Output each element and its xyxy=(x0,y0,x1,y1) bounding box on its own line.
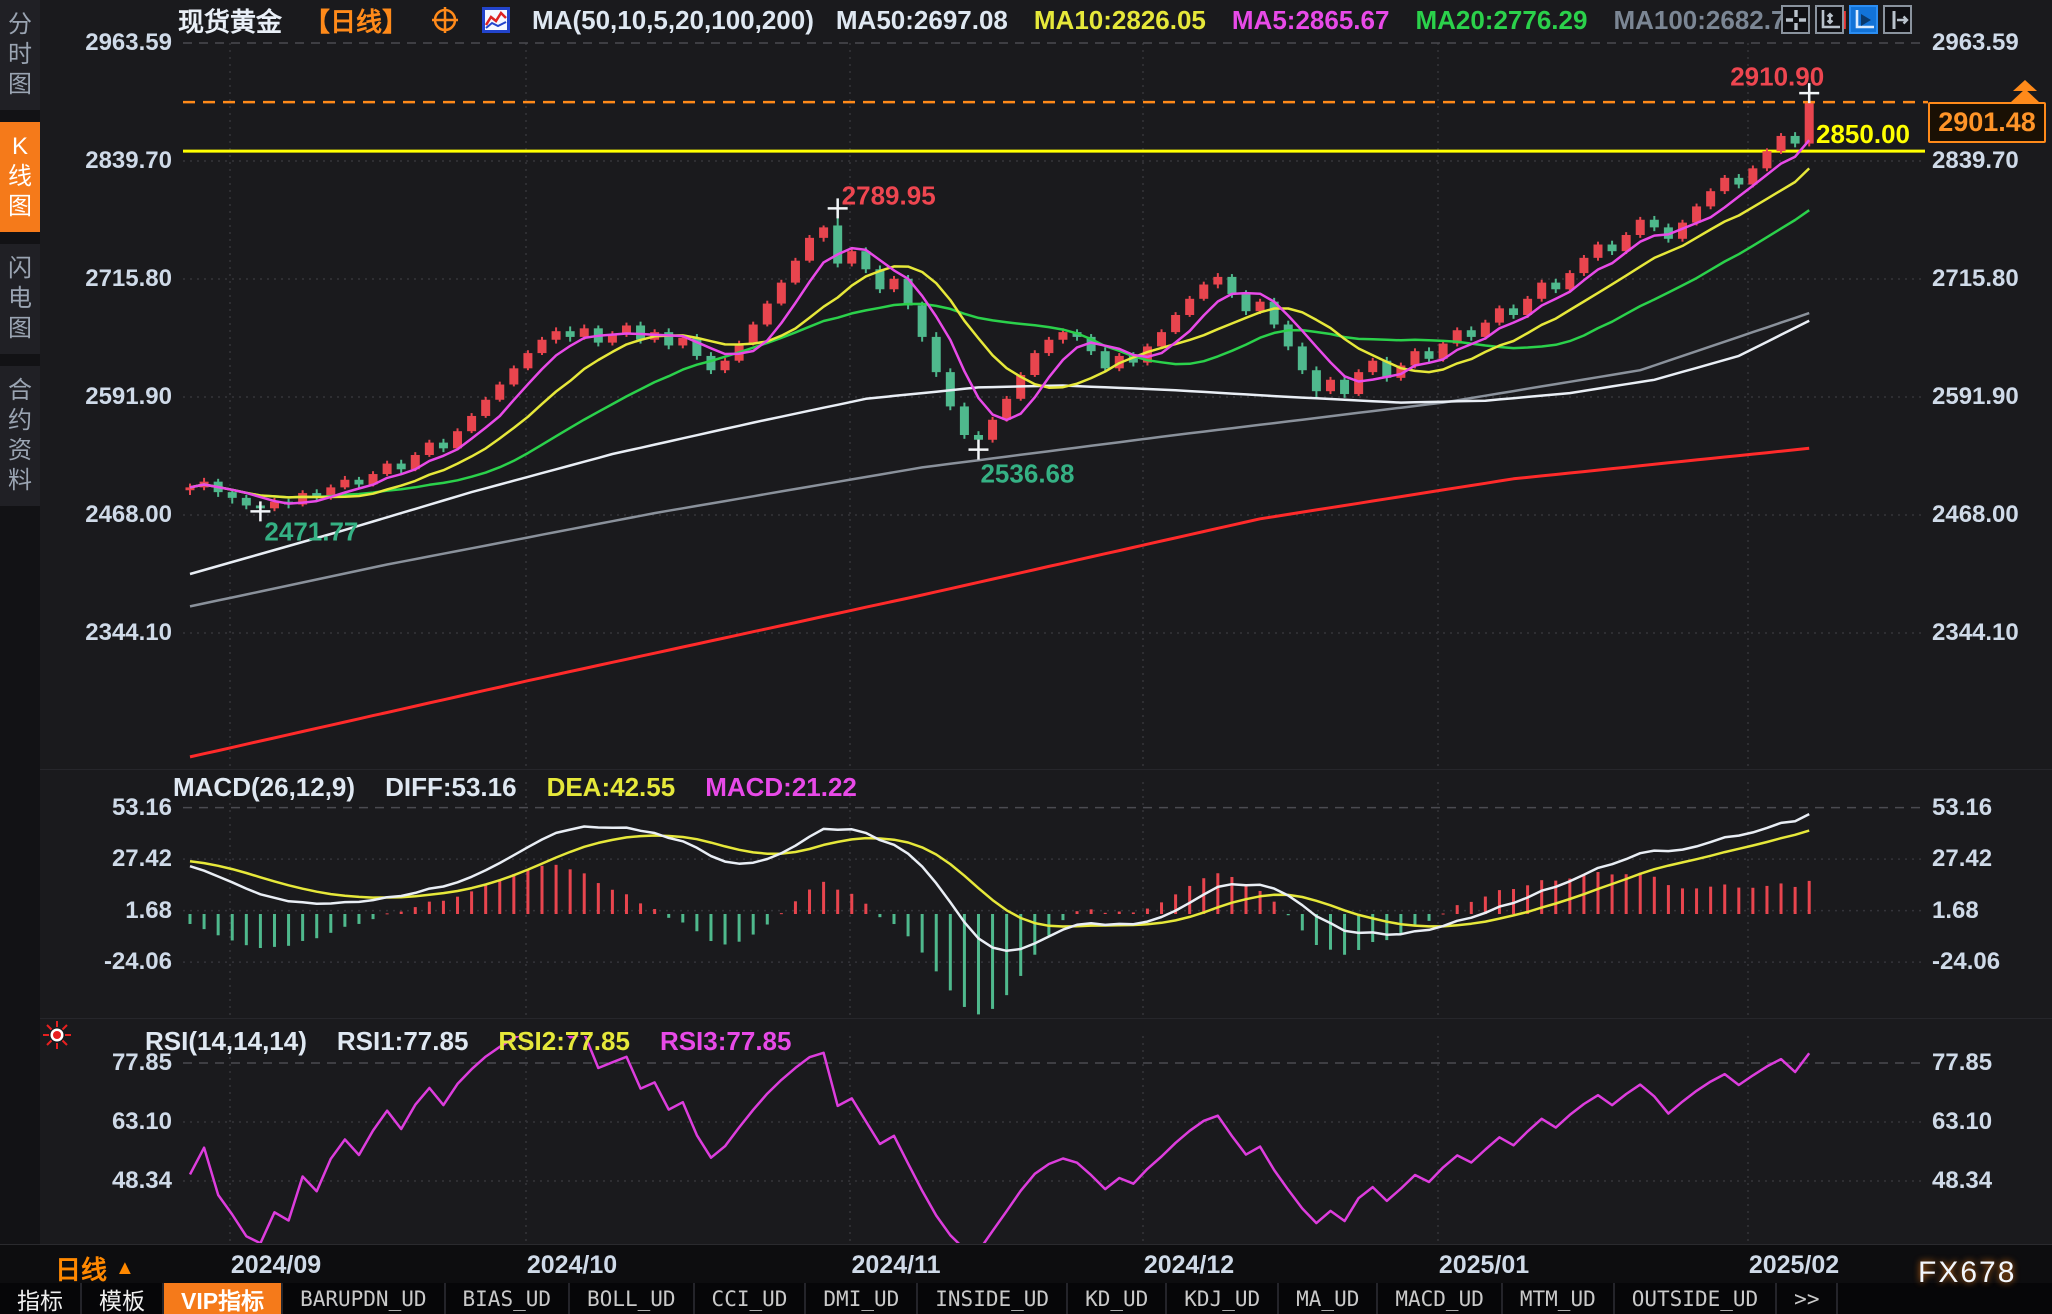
macd-axis-label: 1.68 xyxy=(40,897,172,925)
indicator-tabbar: 指标模板VIP指标BARUPDN_UDBIAS_UDBOLL_UDCCI_UDD… xyxy=(0,1283,2052,1314)
indicator-tab-dmi-ud[interactable]: DMI_UD xyxy=(806,1283,918,1314)
ma-value-label: MA5:2865.67 xyxy=(1232,5,1390,36)
price-axis-label: 2963.59 xyxy=(40,29,172,57)
price-axis-label: 2468.00 xyxy=(1932,501,2019,529)
indicator-tab-inside-ud[interactable]: INSIDE_UD xyxy=(918,1283,1068,1314)
macd-axis-label: -24.06 xyxy=(1932,948,2000,976)
sidebar-item-time-chart[interactable]: 分 时 图 xyxy=(0,0,40,110)
rsi-header-item: RSI3:77.85 xyxy=(660,1026,792,1057)
indicator-tab-cci-ud[interactable]: CCI_UD xyxy=(695,1283,807,1314)
macd-header-item: MACD(26,12,9) xyxy=(173,772,355,803)
time-axis-label: 2025/02 xyxy=(1749,1251,1839,1280)
rsi-axis-label: 77.85 xyxy=(1932,1049,1992,1077)
chart-toolbar xyxy=(1781,5,1912,34)
macd-axis-label: -24.06 xyxy=(40,948,172,976)
brand-watermark: FX678 xyxy=(1918,1256,2016,1290)
mini-chart-icon[interactable] xyxy=(482,7,510,33)
price-axis-label: 2839.70 xyxy=(1932,147,2019,175)
trading-app-window: 分 时 图 K 线 图闪 电 图合 约 资 料 现货黄金 【日线】 MA(50,1… xyxy=(0,0,2052,1314)
price-axis-label: 2591.90 xyxy=(40,383,172,411)
price-axis-label: 2468.00 xyxy=(40,501,172,529)
macd-header-item: DIFF:53.16 xyxy=(385,772,517,803)
rsi-header: RSI(14,14,14) RSI1:77.85 RSI2:77.85 RSI3:77… xyxy=(145,1026,791,1057)
crosshair-target-icon[interactable] xyxy=(430,5,460,35)
macd-header: MACD(26,12,9) DIFF:53.16 DEA:42.55 MACD:21.… xyxy=(173,772,857,803)
pane-separator xyxy=(40,1018,2052,1019)
indicator-tab-kdj-ud[interactable]: KDJ_UD xyxy=(1167,1283,1279,1314)
price-axis-label: 2963.59 xyxy=(1932,29,2019,57)
crosshair-move-icon[interactable] xyxy=(1781,5,1810,34)
rsi-axis-label: 48.34 xyxy=(40,1167,172,1195)
time-axis-label: 2024/10 xyxy=(527,1251,617,1280)
rsi-axis-label: 63.10 xyxy=(1932,1108,1992,1136)
indicator-tab-kd-ud[interactable]: KD_UD xyxy=(1068,1283,1167,1314)
indicator-tab-boll-ud[interactable]: BOLL_UD xyxy=(570,1283,695,1314)
macd-axis-label: 27.42 xyxy=(1932,845,1992,873)
ma-value-label: MA20:2776.29 xyxy=(1415,5,1587,36)
price-annotation: 2789.95 xyxy=(842,181,936,212)
rsi-header-item: RSI1:77.85 xyxy=(337,1026,469,1057)
indicator-tab-outside-ud[interactable]: OUTSIDE_UD xyxy=(1615,1283,1777,1314)
price-chart-canvas[interactable] xyxy=(0,0,2052,1314)
ma-values: MA50:2697.08 MA10:2826.05 MA5:2865.67 MA20:… xyxy=(836,5,1848,36)
price-annotation: 2536.68 xyxy=(980,458,1074,489)
indicator-tab-vip指标[interactable]: VIP指标 xyxy=(164,1283,283,1314)
rsi-header-item: RSI2:77.85 xyxy=(498,1026,630,1057)
time-axis-label: 2024/12 xyxy=(1144,1251,1234,1280)
indicator-tab-bias-ud[interactable]: BIAS_UD xyxy=(446,1283,571,1314)
rsi-axis-label: 48.34 xyxy=(1932,1167,1992,1195)
price-axis-label: 2715.80 xyxy=(1932,265,2019,293)
price-up-arrow-icon xyxy=(2008,80,2042,109)
chart-type-sidebar: 分 时 图 K 线 图闪 电 图合 约 资 料 xyxy=(0,0,40,1244)
price-axis-label: 2839.70 xyxy=(40,147,172,175)
macd-header-item: MACD:21.22 xyxy=(705,772,857,803)
time-axis: 日线 ▲ 2024/092024/102024/112024/122025/01… xyxy=(0,1244,2052,1284)
indicator-tab-mtm-ud[interactable]: MTM_UD xyxy=(1503,1283,1615,1314)
price-axis-label: 2344.10 xyxy=(1932,619,2019,647)
macd-axis-label: 27.42 xyxy=(40,845,172,873)
gridlines xyxy=(183,43,1925,1243)
sidebar-item-kline-chart[interactable]: K 线 图 xyxy=(0,122,40,232)
pan-shift-icon[interactable] xyxy=(1883,5,1912,34)
price-axis-label: 2715.80 xyxy=(40,265,172,293)
price-axis-label: 2344.10 xyxy=(40,619,172,647)
alert-price-label[interactable]: 2850.00 xyxy=(1740,119,1910,150)
macd-axis-label: 53.16 xyxy=(40,794,172,822)
indicator-tab-barupdn-ud[interactable]: BARUPDN_UD xyxy=(283,1283,445,1314)
time-axis-label: 2025/01 xyxy=(1439,1251,1529,1280)
chart-header: 现货黄金 【日线】 MA(50,10,5,20,100,200) MA50:26… xyxy=(178,3,1848,37)
price-annotation: 2471.77 xyxy=(264,517,358,548)
time-axis-label: 2024/11 xyxy=(852,1251,941,1280)
ma-value-label: MA100:2682.76 xyxy=(1613,5,1799,36)
ma-value-label: MA50:2697.08 xyxy=(836,5,1008,36)
indicator-tab-ma-ud[interactable]: MA_UD xyxy=(1279,1283,1378,1314)
rsi-pane[interactable] xyxy=(190,1023,1809,1251)
sidebar-item-flash-chart[interactable]: 闪 电 图 xyxy=(0,244,40,354)
macd-pane[interactable] xyxy=(189,814,1811,1014)
price-annotation: 2910.90 xyxy=(1730,62,1824,93)
indicator-tab-macd-ud[interactable]: MACD_UD xyxy=(1378,1283,1503,1314)
sidebar-item-contract-info[interactable]: 合 约 资 料 xyxy=(0,366,40,506)
axis-range-icon[interactable] xyxy=(1815,5,1844,34)
ma-value-label: MA10:2826.05 xyxy=(1034,5,1206,36)
price-axis-label: 2591.90 xyxy=(1932,383,2019,411)
main-pane[interactable] xyxy=(183,93,1925,757)
indicator-tab-模板[interactable]: 模板 xyxy=(82,1283,164,1314)
indicator-tab--[interactable]: >> xyxy=(1777,1283,1838,1314)
autoscale-play-icon[interactable] xyxy=(1849,5,1878,34)
indicator-tab-指标[interactable]: 指标 xyxy=(0,1283,82,1314)
alert-burst-icon[interactable] xyxy=(42,1020,72,1055)
pane-separator xyxy=(40,769,2052,770)
macd-axis-label: 1.68 xyxy=(1932,897,1979,925)
macd-header-item: DEA:42.55 xyxy=(547,772,676,803)
period-tag: 【日线】 xyxy=(304,2,408,39)
macd-axis-label: 53.16 xyxy=(1932,794,1992,822)
rsi-header-item: RSI(14,14,14) xyxy=(145,1026,307,1057)
chevron-up-icon: ▲ xyxy=(115,1257,135,1280)
symbol-name: 现货黄金 xyxy=(178,2,282,39)
rsi-axis-label: 63.10 xyxy=(40,1108,172,1136)
ma-settings-label: MA(50,10,5,20,100,200) xyxy=(532,5,814,36)
time-axis-label: 2024/09 xyxy=(231,1251,321,1280)
